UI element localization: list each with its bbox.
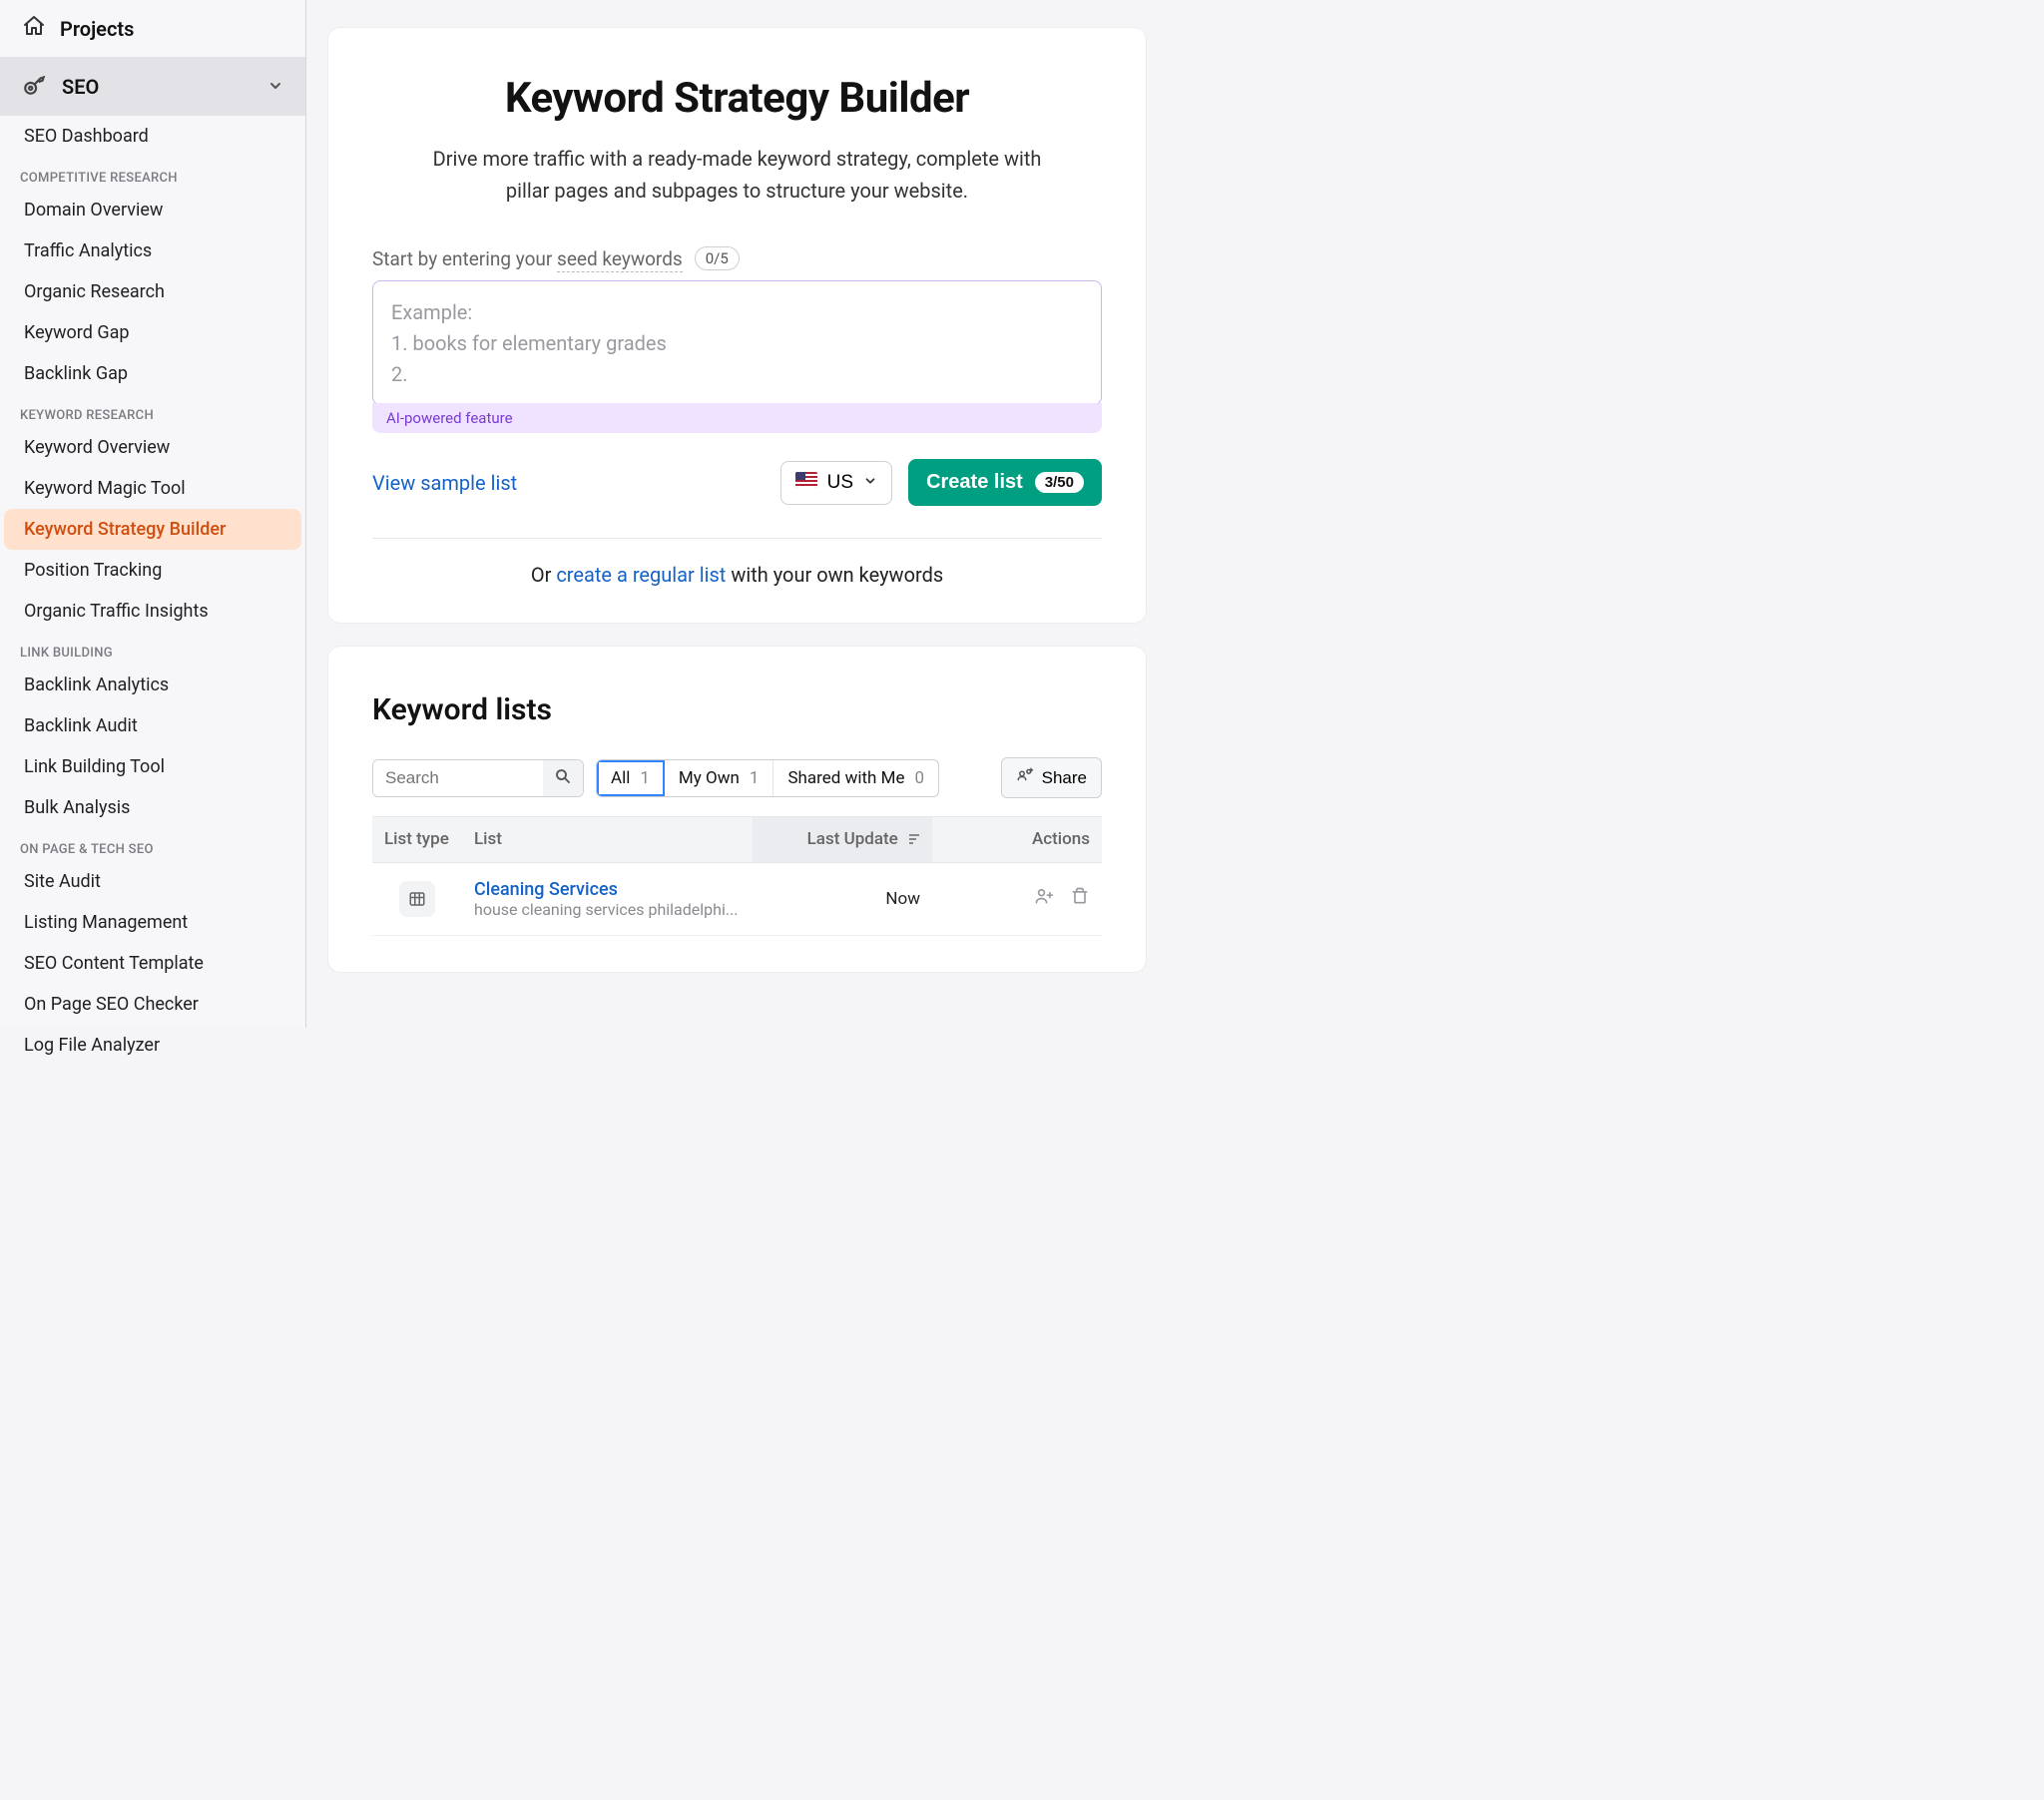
create-list-count-badge: 3/50 xyxy=(1035,472,1084,493)
filter-tab-count: 1 xyxy=(640,768,650,788)
sidebar-section-label: COMPETITIVE RESEARCH xyxy=(0,157,305,190)
divider xyxy=(372,538,1102,539)
sidebar-item-position-tracking[interactable]: Position Tracking xyxy=(4,550,301,591)
sidebar-item-seo-content-template[interactable]: SEO Content Template xyxy=(4,943,301,984)
add-user-icon[interactable] xyxy=(1034,886,1054,911)
ai-feature-tag: AI-powered feature xyxy=(372,403,1102,433)
sidebar-item-backlink-audit[interactable]: Backlink Audit xyxy=(4,705,301,746)
flag-us-icon xyxy=(795,472,817,494)
nav-projects[interactable]: Projects xyxy=(0,0,305,57)
builder-card: Keyword Strategy Builder Drive more traf… xyxy=(328,28,1146,623)
sidebar-item-organic-research[interactable]: Organic Research xyxy=(4,271,301,312)
seed-label-tooltip[interactable]: seed keywords xyxy=(557,247,683,272)
sidebar-item-backlink-analytics[interactable]: Backlink Analytics xyxy=(4,665,301,705)
col-last-update[interactable]: Last Update xyxy=(753,817,932,863)
share-button[interactable]: Share xyxy=(1001,757,1102,798)
sidebar-item-keyword-gap[interactable]: Keyword Gap xyxy=(4,312,301,353)
sidebar-item-site-audit[interactable]: Site Audit xyxy=(4,861,301,902)
page-subtitle: Drive more traffic with a ready-made key… xyxy=(418,143,1057,207)
filter-tab-all[interactable]: All 1 xyxy=(597,760,665,796)
keyword-lists-card: Keyword lists All 1 My Own 1 Shared with Me 0… xyxy=(328,647,1146,972)
chevron-down-icon xyxy=(863,472,877,494)
nav-seo-label: SEO xyxy=(62,75,99,99)
country-select[interactable]: US xyxy=(780,461,892,505)
sidebar-item-backlink-gap[interactable]: Backlink Gap xyxy=(4,353,301,394)
filter-tab-count: 0 xyxy=(915,768,925,788)
seed-label-row: Start by entering your seed keywords 0/5 xyxy=(372,246,1102,270)
home-icon xyxy=(22,14,46,43)
sort-desc-icon xyxy=(908,830,920,850)
seed-label-pre: Start by entering your xyxy=(372,247,557,270)
target-icon xyxy=(22,71,48,102)
filter-tab-my-own[interactable]: My Own 1 xyxy=(665,760,774,796)
sidebar-item-seo-dashboard[interactable]: SEO Dashboard xyxy=(4,116,301,157)
sidebar-item-log-file-analyzer[interactable]: Log File Analyzer xyxy=(4,1025,301,1066)
sidebar-item-keyword-strategy-builder[interactable]: Keyword Strategy Builder xyxy=(4,509,301,550)
filter-tab-label: Shared with Me xyxy=(787,768,904,788)
or-create-regular: Or create a regular list with your own k… xyxy=(372,563,1102,587)
country-code: US xyxy=(827,472,853,494)
create-list-label: Create list xyxy=(926,471,1023,494)
create-list-button[interactable]: Create list 3/50 xyxy=(908,459,1102,506)
sidebar-item-on-page-seo-checker[interactable]: On Page SEO Checker xyxy=(4,984,301,1025)
lists-search-field xyxy=(372,759,584,797)
lists-toolbar: All 1 My Own 1 Shared with Me 0 Share xyxy=(372,757,1102,798)
search-icon xyxy=(554,767,572,788)
filter-tab-label: All xyxy=(611,768,630,788)
list-last-update: Now xyxy=(753,862,932,935)
trash-icon[interactable] xyxy=(1070,886,1090,911)
keyword-lists-table: List type List Last Update Actions Cle xyxy=(372,816,1102,936)
col-list: List xyxy=(462,817,753,863)
nav-seo-toggle[interactable]: SEO xyxy=(0,57,305,116)
lists-filter-tabs: All 1 My Own 1 Shared with Me 0 xyxy=(596,759,939,797)
sidebar-item-bulk-analysis[interactable]: Bulk Analysis xyxy=(4,787,301,828)
sidebar-item-organic-traffic-insights[interactable]: Organic Traffic Insights xyxy=(4,591,301,632)
view-sample-link[interactable]: View sample list xyxy=(372,471,517,495)
sidebar-section-label: ON PAGE & TECH SEO xyxy=(0,828,305,861)
share-icon xyxy=(1016,766,1034,789)
chevron-down-icon xyxy=(267,75,283,99)
builder-action-row: View sample list US Create list 3/50 xyxy=(372,459,1102,506)
sidebar-item-traffic-analytics[interactable]: Traffic Analytics xyxy=(4,230,301,271)
sidebar-item-domain-overview[interactable]: Domain Overview xyxy=(4,190,301,230)
filter-tab-shared[interactable]: Shared with Me 0 xyxy=(773,760,938,796)
lists-search-input[interactable] xyxy=(373,760,543,796)
seed-count-badge: 0/5 xyxy=(695,246,740,270)
col-actions: Actions xyxy=(932,817,1102,863)
col-list-type: List type xyxy=(372,817,462,863)
list-name-link[interactable]: Cleaning Services xyxy=(474,879,741,900)
filter-tab-count: 1 xyxy=(750,768,760,788)
sidebar-item-keyword-overview[interactable]: Keyword Overview xyxy=(4,427,301,468)
create-regular-list-link[interactable]: create a regular list xyxy=(556,563,726,587)
sidebar-item-listing-management[interactable]: Listing Management xyxy=(4,902,301,943)
sidebar-item-keyword-magic-tool[interactable]: Keyword Magic Tool xyxy=(4,468,301,509)
share-label: Share xyxy=(1042,768,1087,788)
nav-projects-label: Projects xyxy=(60,17,134,41)
filter-tab-label: My Own xyxy=(679,768,740,788)
list-subtitle: house cleaning services philadelphi... xyxy=(474,900,741,919)
sidebar-section-label: LINK BUILDING xyxy=(0,632,305,665)
sidebar: Projects SEO SEO DashboardCOMPETITIVE RE… xyxy=(0,0,306,1028)
sidebar-item-link-building-tool[interactable]: Link Building Tool xyxy=(4,746,301,787)
main-content: Keyword Strategy Builder Drive more traf… xyxy=(306,0,1168,1028)
table-row: Cleaning Services house cleaning service… xyxy=(372,862,1102,935)
keyword-lists-title: Keyword lists xyxy=(372,692,1102,727)
list-type-icon xyxy=(399,881,435,917)
page-title: Keyword Strategy Builder xyxy=(372,74,1102,123)
lists-search-button[interactable] xyxy=(543,760,583,796)
sidebar-section-label: KEYWORD RESEARCH xyxy=(0,394,305,427)
seed-keywords-input[interactable]: Example:1. books for elementary grades2. xyxy=(372,280,1102,405)
